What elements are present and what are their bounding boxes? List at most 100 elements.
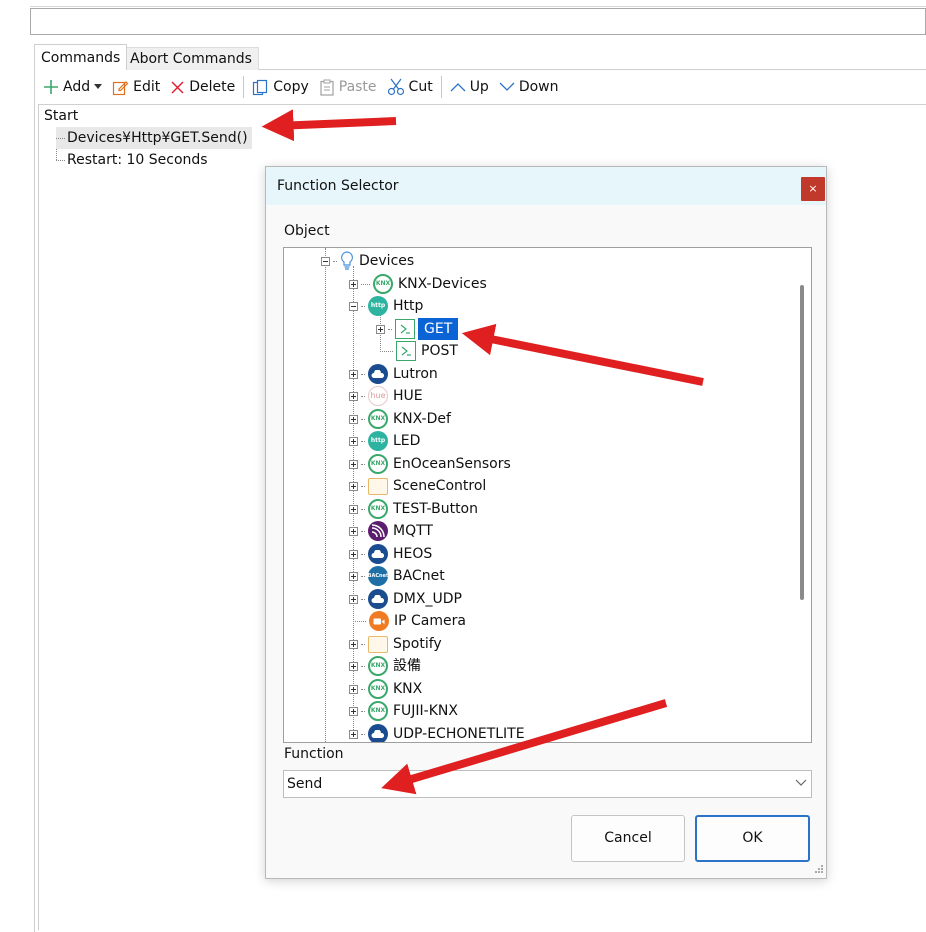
- knx-icon: KNX: [368, 679, 388, 699]
- tree-node-mqtt[interactable]: MQTT: [349, 520, 435, 542]
- scrollbar-thumb[interactable]: [800, 285, 804, 600]
- hue-icon: hue: [368, 386, 388, 406]
- tree-node-label: Http: [393, 298, 424, 314]
- cancel-button[interactable]: Cancel: [571, 815, 685, 862]
- plus-icon: [44, 80, 58, 94]
- tree-node-hue[interactable]: hue HUE: [349, 385, 425, 407]
- lightbulb-icon: [341, 251, 353, 270]
- expand-toggle[interactable]: [349, 706, 358, 716]
- expand-toggle[interactable]: [349, 369, 358, 379]
- tree-node-fujii-knx[interactable]: KNX FUJII-KNX: [349, 700, 460, 722]
- collapse-toggle[interactable]: [321, 256, 330, 266]
- paste-label: Paste: [338, 79, 377, 95]
- function-select[interactable]: Send: [283, 770, 812, 798]
- tree-node-spotify[interactable]: Spotify: [349, 633, 444, 655]
- collapse-toggle[interactable]: [349, 301, 358, 311]
- tree-node-led[interactable]: http LED: [349, 430, 422, 452]
- folder-icon: [368, 635, 388, 653]
- command-item-get-send[interactable]: Devices¥Http¥GET.Send(): [56, 127, 252, 149]
- tree-node-knx-devices[interactable]: KNX KNX-Devices: [349, 273, 489, 295]
- tree-node-scenecontrol[interactable]: SceneControl: [349, 475, 488, 497]
- tree-node-label: HEOS: [393, 546, 433, 562]
- tree-node-lutron[interactable]: Lutron: [349, 363, 440, 385]
- delete-button[interactable]: Delete: [165, 75, 240, 99]
- chevron-down-icon: [499, 82, 515, 91]
- expand-toggle[interactable]: [349, 571, 358, 581]
- toolbar-separator: [440, 76, 442, 98]
- down-label: Down: [518, 79, 559, 95]
- expand-toggle[interactable]: [349, 639, 358, 649]
- expand-toggle[interactable]: [349, 459, 358, 469]
- resize-grip-icon[interactable]: [812, 864, 824, 876]
- folder-icon: [368, 477, 388, 495]
- tree-node-devices[interactable]: Devices: [321, 250, 416, 272]
- expand-toggle[interactable]: [349, 684, 358, 694]
- tree-node-bacnet[interactable]: BACnet BACnet: [349, 565, 447, 587]
- function-icon: [395, 319, 415, 339]
- tree-guide-line: [325, 248, 326, 742]
- ok-button[interactable]: OK: [695, 815, 810, 862]
- dialog-title: Function Selector: [277, 178, 399, 194]
- tree-node-label: Spotify: [393, 636, 442, 652]
- move-down-button[interactable]: Down: [494, 75, 564, 99]
- tree-node-ip-camera[interactable]: IP Camera: [353, 610, 468, 632]
- tree-node-label: UDP-ECHONETLITE: [393, 726, 525, 742]
- knx-icon: KNX: [368, 409, 388, 429]
- cloud-icon: [368, 589, 388, 609]
- tree-node-heos[interactable]: HEOS: [349, 543, 434, 565]
- expand-toggle[interactable]: [349, 504, 358, 514]
- expand-toggle[interactable]: [349, 414, 358, 424]
- tab-abort-commands[interactable]: Abort Commands: [123, 47, 259, 70]
- expand-toggle[interactable]: [376, 324, 385, 334]
- command-root-start[interactable]: Start: [44, 105, 78, 127]
- tree-node-get[interactable]: GET: [376, 318, 459, 340]
- expand-toggle[interactable]: [349, 279, 358, 289]
- dialog-titlebar: Function Selector ×: [266, 167, 826, 205]
- expand-toggle[interactable]: [349, 594, 358, 604]
- tree-node-udp-echonetlite[interactable]: UDP-ECHONETLITE: [349, 723, 527, 742]
- expand-toggle[interactable]: [349, 549, 358, 559]
- edit-label: Edit: [133, 79, 161, 95]
- tree-node-label: KNX-Devices: [398, 276, 487, 292]
- tree-node-knx[interactable]: KNX KNX: [349, 678, 424, 700]
- expand-toggle[interactable]: [349, 526, 358, 536]
- tree-node-label: IP Camera: [394, 613, 466, 629]
- command-item-restart[interactable]: Restart: 10 Seconds: [56, 149, 208, 171]
- tree-node-label: KNX-Def: [393, 411, 451, 427]
- tree-node-knx-def[interactable]: KNX KNX-Def: [349, 408, 453, 430]
- function-label: Function: [284, 746, 344, 762]
- tree-node-enoceansensors[interactable]: KNX EnOceanSensors: [349, 453, 513, 475]
- object-tree[interactable]: Devices KNX KNX-Devices http Http GET PO…: [283, 247, 812, 743]
- paste-button[interactable]: Paste: [314, 75, 382, 99]
- expand-toggle[interactable]: [349, 481, 358, 491]
- tree-node-equipment[interactable]: KNX 設備: [349, 655, 423, 677]
- expand-toggle[interactable]: [349, 436, 358, 446]
- mqtt-icon: [368, 521, 388, 541]
- cut-label: Cut: [408, 79, 433, 95]
- move-up-button[interactable]: Up: [445, 75, 494, 99]
- add-label: Add: [63, 79, 91, 95]
- knx-icon: KNX: [373, 274, 393, 294]
- tab-commands[interactable]: Commands: [34, 44, 128, 70]
- expand-toggle[interactable]: [349, 729, 358, 739]
- copy-icon: [253, 79, 268, 95]
- tree-node-test-button[interactable]: KNX TEST-Button: [349, 498, 480, 520]
- expand-toggle[interactable]: [349, 661, 358, 671]
- tree-scrollbar[interactable]: [796, 249, 810, 741]
- add-button[interactable]: Add: [38, 75, 107, 99]
- cut-button[interactable]: Cut: [382, 75, 438, 99]
- object-label: Object: [284, 223, 330, 239]
- knx-icon: KNX: [368, 701, 388, 721]
- close-button[interactable]: ×: [801, 177, 825, 201]
- name-input[interactable]: [30, 8, 926, 35]
- top-toolbar-fragment: [30, 0, 926, 7]
- tree-node-post[interactable]: POST: [380, 340, 460, 362]
- tree-node-dmx-udp[interactable]: DMX_UDP: [349, 588, 464, 610]
- http-icon: http: [368, 431, 388, 451]
- dropdown-arrow-icon: [94, 84, 103, 89]
- tree-node-http[interactable]: http Http: [349, 295, 425, 317]
- copy-button[interactable]: Copy: [247, 75, 314, 99]
- edit-button[interactable]: Edit: [107, 75, 165, 99]
- expand-toggle[interactable]: [349, 391, 358, 401]
- function-icon: [396, 341, 416, 361]
